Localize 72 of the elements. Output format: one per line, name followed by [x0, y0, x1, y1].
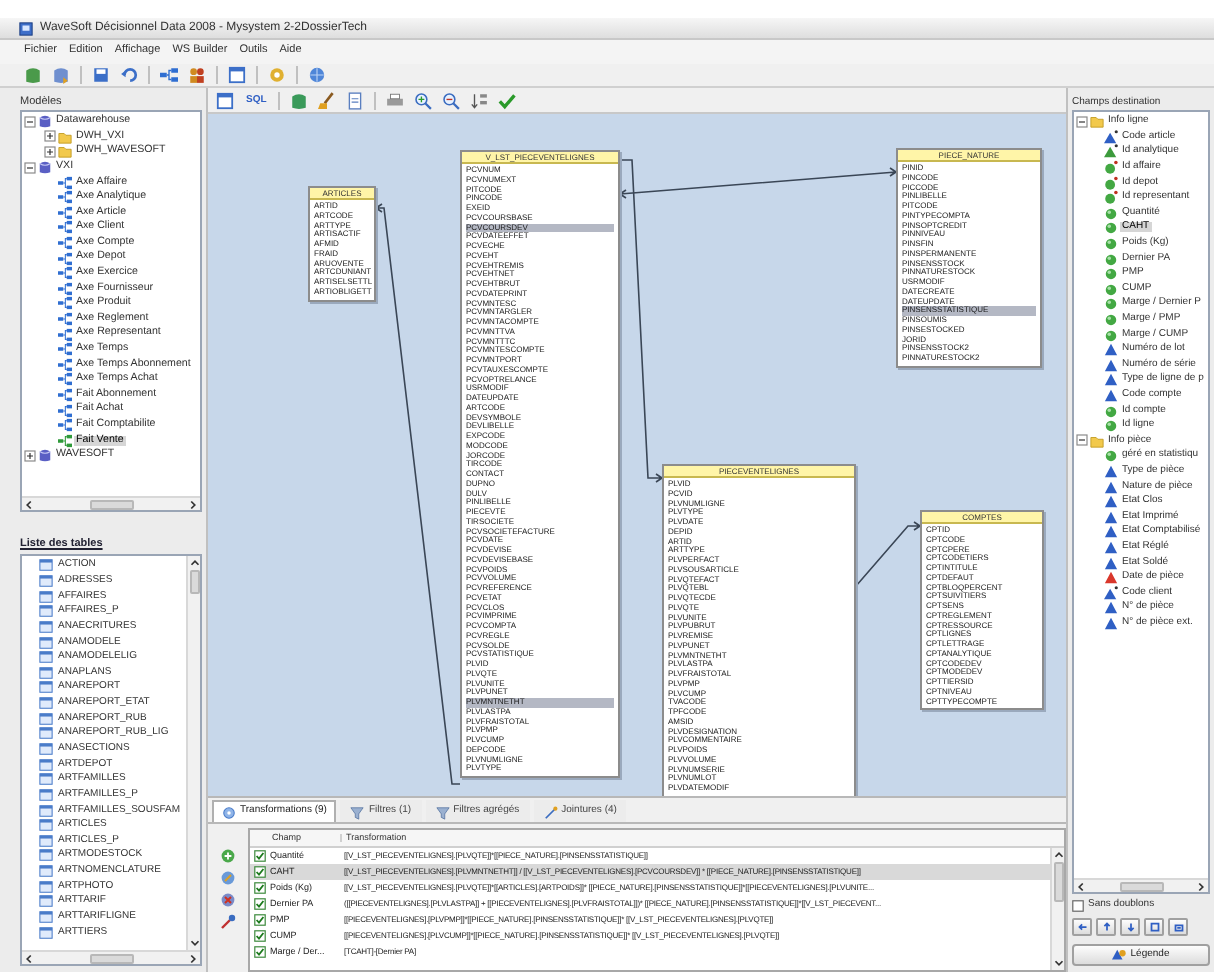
- collapse-icon[interactable]: [1076, 434, 1088, 447]
- delete-icon[interactable]: [220, 892, 236, 908]
- vertical-scrollbar[interactable]: [186, 556, 200, 950]
- zoom-in-icon[interactable]: [414, 91, 433, 109]
- link-icon[interactable]: [220, 914, 236, 930]
- globe-icon[interactable]: [308, 66, 326, 84]
- vertical-scrollbar[interactable]: [1050, 848, 1064, 970]
- horizontal-scrollbar[interactable]: [22, 496, 200, 510]
- filter-icon: [350, 805, 365, 819]
- checkbox[interactable]: [254, 946, 266, 958]
- arrow-up-icon: [1099, 919, 1113, 933]
- scrollbar-thumb[interactable]: [189, 570, 199, 594]
- arrow-down-icon: [1123, 919, 1137, 933]
- toolbar-button[interactable]: [1144, 917, 1164, 935]
- brush-icon[interactable]: [318, 91, 337, 109]
- circle-icon: [1104, 448, 1118, 463]
- database-icon: [38, 160, 52, 175]
- toolbar-button[interactable]: [1168, 917, 1188, 935]
- table-card[interactable]: [460, 150, 620, 778]
- table-card[interactable]: [920, 510, 1044, 711]
- filter-icon: [435, 805, 450, 819]
- scrollbar-thumb[interactable]: [1119, 881, 1163, 891]
- hierarchy-icon[interactable]: [160, 66, 178, 84]
- scrollbar-thumb[interactable]: [89, 499, 133, 509]
- database-icon[interactable]: [24, 66, 42, 84]
- window-icon[interactable]: [228, 66, 246, 84]
- link-icon: [543, 805, 558, 819]
- checkbox[interactable]: [254, 898, 266, 910]
- app-icon: [18, 21, 34, 35]
- checkbox[interactable]: [254, 866, 266, 878]
- undo-icon[interactable]: [120, 66, 138, 84]
- expand-icon[interactable]: [44, 130, 56, 143]
- folder-icon: [1090, 114, 1104, 129]
- document-icon[interactable]: [346, 91, 365, 109]
- database-arrow-icon[interactable]: [52, 66, 70, 84]
- sort-icon[interactable]: [470, 91, 489, 109]
- toolbar-button[interactable]: [1120, 917, 1140, 935]
- toolbar-button[interactable]: [1096, 917, 1116, 935]
- window-icon[interactable]: [216, 91, 234, 109]
- horizontal-scrollbar[interactable]: [1074, 878, 1208, 892]
- expand-icon[interactable]: [44, 145, 56, 158]
- horizontal-scrollbar[interactable]: [22, 950, 200, 964]
- database-icon: [38, 114, 52, 129]
- square-icon: [1147, 919, 1161, 933]
- scrollbar-thumb[interactable]: [89, 953, 133, 963]
- checkbox[interactable]: [1072, 899, 1084, 911]
- arrow-left-icon: [1075, 919, 1089, 933]
- collapse-icon[interactable]: [24, 115, 36, 128]
- table-card[interactable]: [662, 464, 856, 796]
- expand-icon[interactable]: [24, 449, 36, 462]
- checkbox[interactable]: [254, 850, 266, 862]
- scrollbar-thumb[interactable]: [1053, 862, 1063, 902]
- checkbox[interactable]: [254, 882, 266, 894]
- panel-icon: [1171, 919, 1185, 933]
- collapse-icon[interactable]: [1076, 115, 1088, 128]
- toolbar-button[interactable]: [1072, 917, 1092, 935]
- shapes-icon: [1112, 948, 1127, 962]
- folder-icon: [1090, 433, 1104, 448]
- connector-arrow: [855, 521, 921, 587]
- zoom-out-icon[interactable]: [442, 91, 461, 109]
- people-icon[interactable]: [188, 66, 206, 84]
- database-icon: [38, 448, 52, 463]
- table-card[interactable]: [896, 148, 1042, 368]
- checkbox[interactable]: [254, 930, 266, 942]
- collapse-icon[interactable]: [24, 161, 36, 174]
- checkbox[interactable]: [254, 914, 266, 926]
- print-icon[interactable]: [386, 91, 405, 109]
- edit-icon[interactable]: [220, 870, 236, 886]
- save-icon[interactable]: [92, 66, 110, 84]
- check-icon[interactable]: [498, 91, 517, 109]
- add-icon[interactable]: [220, 848, 236, 864]
- database-icon[interactable]: [290, 91, 309, 109]
